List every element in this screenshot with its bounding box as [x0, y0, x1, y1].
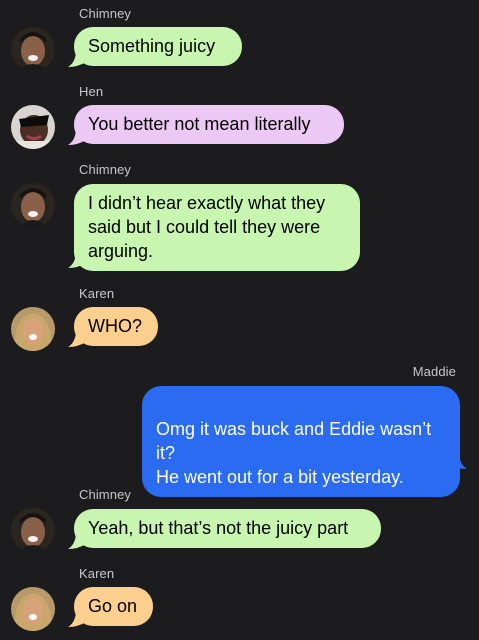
- message-bubble[interactable]: You better not mean literally: [74, 105, 344, 144]
- message-bubble[interactable]: Yeah, but that’s not the juicy part: [74, 509, 381, 548]
- karen-avatar[interactable]: [11, 587, 55, 631]
- message-text: Go on: [88, 596, 138, 616]
- bubble-tail: [68, 50, 86, 67]
- message-text: I didn’t hear exactly what they said but…: [88, 193, 326, 261]
- message-text: You better not mean literally: [88, 114, 311, 134]
- hen-avatar[interactable]: [11, 105, 55, 149]
- message-text: Yeah, but that’s not the juicy part: [88, 518, 349, 538]
- chimney-avatar[interactable]: [11, 27, 55, 71]
- karen-avatar[interactable]: [11, 307, 55, 351]
- sender-name-chimney: Chimney: [79, 6, 131, 21]
- message-text: Something juicy: [88, 36, 216, 56]
- sender-name-maddie: Maddie: [412, 364, 456, 379]
- sender-name-chimney: Chimney: [79, 162, 131, 177]
- message-bubble[interactable]: Something juicy: [74, 27, 242, 66]
- message-text: WHO?: [88, 316, 142, 336]
- sender-name-karen: Karen: [79, 286, 115, 301]
- chimney-avatar[interactable]: [11, 508, 55, 552]
- message-bubble[interactable]: WHO?: [74, 307, 158, 346]
- bubble-tail: [68, 128, 86, 145]
- bubble-tail: [68, 251, 86, 268]
- bubble-tail: [68, 610, 86, 627]
- message-bubble[interactable]: Omg it was buck and Eddie wasn’t it? He …: [142, 386, 460, 497]
- sender-name-chimney: Chimney: [79, 487, 131, 502]
- bubble-tail: [68, 330, 86, 347]
- bubble-tail: [68, 532, 86, 549]
- message-text: Omg it was buck and Eddie wasn’t it? He …: [156, 419, 432, 487]
- sender-name-karen: Karen: [79, 566, 115, 581]
- sender-name-hen: Hen: [79, 84, 104, 99]
- message-bubble[interactable]: I didn’t hear exactly what they said but…: [74, 184, 360, 271]
- chimney-avatar[interactable]: [11, 183, 55, 227]
- bubble-tail: [449, 452, 467, 469]
